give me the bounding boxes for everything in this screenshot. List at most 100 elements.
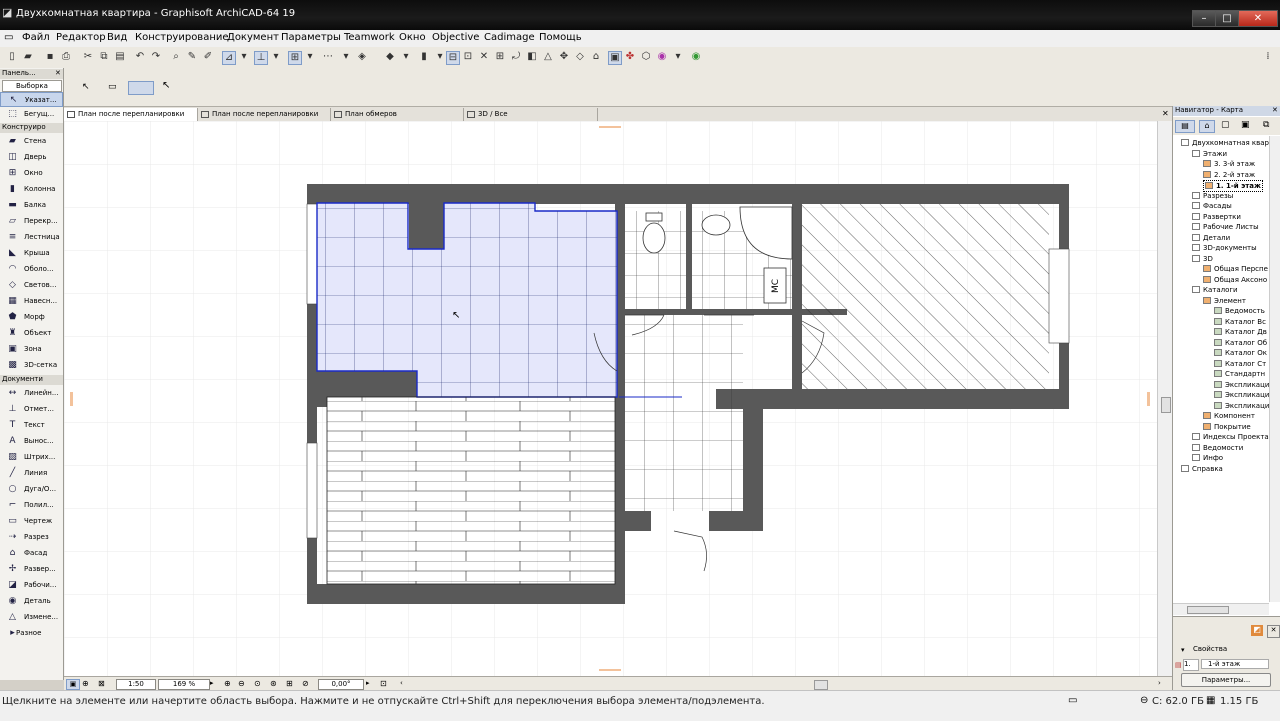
marquee-icon[interactable]: ▭ [108, 82, 117, 92]
new-file-icon[interactable]: ▯ [6, 51, 18, 63]
tab-plan-after-2[interactable]: План после перепланировки [198, 108, 331, 121]
tree-item[interactable]: Индексы Проекта [1192, 432, 1269, 442]
layers-icon[interactable]: ◆ [384, 51, 396, 63]
tree-horizontal-scrollbar[interactable] [1173, 603, 1269, 615]
layout-book-icon[interactable]: ▢ [1221, 120, 1230, 130]
tree-item[interactable]: Общая Перспе [1203, 264, 1268, 274]
tool-shell[interactable]: ◠ Оболо... [0, 262, 63, 277]
tool-mesh[interactable]: ▩ 3D-сетка [0, 358, 63, 373]
toilet-fixture[interactable] [642, 222, 666, 254]
minimize-button[interactable]: – [1192, 10, 1216, 27]
zoom-dropdown-icon[interactable]: ▸ [210, 679, 214, 687]
tool-polyline[interactable]: ⌐ Полил... [0, 498, 63, 513]
zoom-in-icon[interactable]: ⊕ [82, 679, 89, 688]
pan-icon[interactable]: ⊞ [286, 679, 293, 688]
dimension-icon[interactable]: ⊞ [494, 51, 506, 63]
close-tab-icon[interactable]: ✕ [1162, 109, 1169, 118]
selection-method-icon[interactable]: ↖ [82, 82, 90, 92]
horizontal-scroll-thumb[interactable] [814, 680, 828, 690]
angle-reset-icon[interactable]: ▸ [366, 679, 370, 687]
3d-view-icon[interactable]: ⬡ [640, 51, 652, 63]
elevate-icon[interactable]: △ [542, 51, 554, 63]
tool-curtain-wall[interactable]: ▦ Навесн... [0, 294, 63, 309]
tool-line[interactable]: ╱ Линия [0, 466, 63, 481]
close-icon[interactable]: ✕ [1272, 106, 1278, 114]
tree-item[interactable]: Общая Аксоно [1203, 275, 1267, 285]
copy-icon[interactable]: ⧉ [98, 51, 110, 63]
tool-drawing[interactable]: ▭ Чертеж [0, 514, 63, 529]
parameters-button[interactable]: Параметры... [1181, 673, 1271, 687]
tree-item[interactable]: 3D-документы [1192, 243, 1257, 253]
floor-plan-canvas[interactable]: МС ↖ [64, 121, 1157, 676]
sink-fixture[interactable] [701, 214, 731, 236]
tool-window[interactable]: ⊞ Окно [0, 166, 63, 181]
section-design[interactable]: Конструиро [0, 123, 63, 133]
rotate-view-icon[interactable]: ⊘ [302, 679, 309, 688]
home-icon[interactable]: ⌂ [590, 51, 602, 63]
vertical-scrollbar[interactable] [1157, 121, 1173, 676]
menu-view[interactable]: Вид [107, 32, 127, 43]
zoom-next-icon[interactable]: ⊛ [270, 679, 277, 688]
story-name-field[interactable]: 1-й этаж [1201, 659, 1269, 669]
suspend-groups-icon[interactable]: ⊟ [446, 51, 460, 65]
tool-detail[interactable]: ◉ Деталь [0, 594, 63, 609]
magic-wand-icon[interactable]: ✎ [186, 51, 198, 63]
tool-section[interactable]: ⇢ Разрез [0, 530, 63, 545]
dropdown-arrow-icon[interactable]: ▾ [434, 51, 446, 63]
fit-window-icon[interactable]: ⊠ [98, 679, 105, 688]
cut-icon[interactable]: ✂ [82, 51, 94, 63]
find-select-icon[interactable]: ⌕ [170, 51, 182, 63]
tree-item[interactable]: Покрытие [1203, 422, 1251, 432]
tree-item[interactable]: Экспликаци [1214, 401, 1269, 411]
zoom-field[interactable]: 169 % [158, 679, 210, 690]
tool-dimension[interactable]: ↔ Линейн... [0, 386, 63, 401]
close-icon[interactable]: ✕ [55, 69, 61, 77]
explode-icon[interactable]: ◇ [574, 51, 586, 63]
orientation-icon[interactable]: ⊡ [380, 679, 387, 688]
menu-edit[interactable]: Редактор [56, 32, 106, 43]
menu-cadimage[interactable]: Cadimage [484, 32, 535, 43]
tool-level-dimension[interactable]: ⊥ Отмет... [0, 402, 63, 417]
pen-set-icon[interactable]: ▮ [418, 51, 430, 63]
rotate-icon[interactable]: ⤾ [510, 51, 522, 63]
scale-field[interactable]: 1:50 [116, 679, 156, 690]
tree-vertical-scrollbar[interactable] [1269, 136, 1280, 602]
tree-item[interactable]: Инфо [1192, 453, 1223, 463]
drag-icon[interactable]: ✥ [558, 51, 570, 63]
tab-survey-plan[interactable]: План обмеров [331, 108, 464, 121]
tree-item[interactable]: Двухкомнатная кварти [1181, 138, 1278, 148]
tab-plan-after-1[interactable]: План после перепланировки [64, 108, 198, 121]
menu-help[interactable]: Помощь [539, 32, 582, 43]
tree-item[interactable]: Экспликаци [1214, 390, 1269, 400]
dropdown-arrow-icon[interactable]: ▾ [270, 51, 282, 63]
story-number-field[interactable]: 1. [1183, 659, 1199, 671]
dropdown-arrow-icon[interactable]: ▾ [238, 51, 250, 63]
tool-door[interactable]: ◫ Дверь [0, 150, 63, 165]
dropdown-arrow-icon[interactable]: ▾ [304, 51, 316, 63]
tool-slab[interactable]: ▱ Перекр... [0, 214, 63, 229]
tree-item[interactable]: Каталог Дв [1214, 327, 1267, 337]
tree-item[interactable]: 2. 2-й этаж [1203, 170, 1255, 180]
tree-item[interactable]: Экспликаци [1214, 380, 1269, 390]
tool-stair[interactable]: ≡ Лестница [0, 230, 63, 245]
tool-morph[interactable]: ⬟ Морф [0, 310, 63, 325]
tool-marquee[interactable]: ⬚ Бегущ... [0, 107, 63, 122]
tree-item[interactable]: Этажи [1192, 149, 1227, 159]
scroll-right-arrow-icon[interactable]: › [1158, 679, 1161, 687]
zoom-out-icon[interactable]: ⊖ [238, 679, 245, 688]
tree-item[interactable]: Фасады [1192, 201, 1232, 211]
section-view-icon[interactable]: ✤ [624, 51, 636, 63]
group-icon[interactable]: ⊡ [462, 51, 474, 63]
organizer-icon[interactable]: ⧉ [1263, 120, 1269, 130]
tool-roof[interactable]: ◣ Крыша [0, 246, 63, 261]
render-icon[interactable]: ◉ [656, 51, 668, 63]
tool-wall[interactable]: ▰ Стена [0, 134, 63, 149]
toolbar-menu-icon[interactable]: ⁞ [1262, 51, 1274, 63]
print-icon[interactable]: ⎙ [60, 51, 72, 63]
grid-snap-icon[interactable]: ⊞ [288, 51, 302, 65]
dropdown-arrow-icon[interactable]: ▾ [400, 51, 412, 63]
menu-window[interactable]: Окно [399, 32, 426, 43]
tool-change[interactable]: △ Измене... [0, 610, 63, 625]
tree-item[interactable]: Детали [1192, 233, 1230, 243]
undo-icon[interactable]: ↶ [134, 51, 146, 63]
